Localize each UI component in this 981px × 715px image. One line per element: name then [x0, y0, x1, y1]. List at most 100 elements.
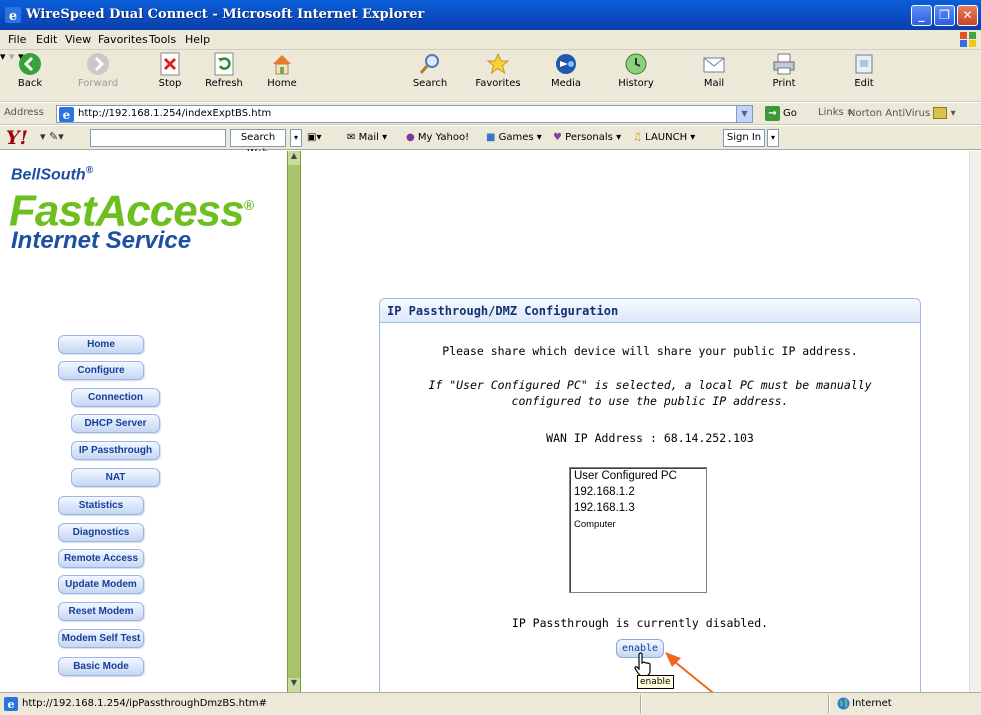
edit-icon [855, 54, 873, 74]
go-button[interactable]: → Go [765, 106, 797, 121]
media-button[interactable]: Media [538, 52, 594, 98]
svg-text:e: e [9, 9, 17, 23]
nav-ip-passthrough[interactable]: IP Passthrough [71, 441, 160, 460]
favorites-star-icon [486, 52, 510, 75]
passthrough-status: IP Passthrough is currently disabled. [511, 616, 769, 630]
nav-update-modem[interactable]: Update Modem [58, 575, 144, 594]
home-button[interactable]: Home [254, 52, 310, 98]
enable-tooltip: enable [637, 675, 674, 689]
edit-label: Edit [854, 78, 874, 89]
share-prompt: Please share which device will share you… [442, 344, 858, 358]
nav-nat[interactable]: NAT [71, 468, 160, 487]
print-button[interactable]: Print [756, 52, 812, 98]
personals-label: Personals [565, 132, 613, 143]
stop-icon [160, 52, 180, 76]
mail-icon [703, 57, 725, 73]
nav-home[interactable]: Home [58, 335, 144, 354]
page-icon: e [59, 107, 74, 122]
brand-line1: BellSouth [11, 166, 86, 184]
menu-favorites[interactable]: Favorites [98, 33, 148, 46]
nav-connection[interactable]: Connection [71, 388, 160, 407]
nav-reset-modem[interactable]: Reset Modem [58, 602, 144, 621]
edit-button[interactable]: Edit [836, 52, 892, 98]
device-select-list[interactable]: User Configured PC 192.168.1.2 192.168.1… [569, 467, 707, 593]
yahoo-mail-button[interactable]: ✉ Mail ▾ [347, 132, 387, 143]
address-dropdown-icon[interactable]: ▼ [736, 106, 752, 122]
svg-text:e: e [63, 108, 71, 122]
address-input[interactable]: e http://192.168.1.254/indexExptBS.htm ▼ [56, 105, 753, 123]
frame-scrollbar[interactable]: ▲ ▼ [287, 151, 301, 692]
device-option[interactable]: 192.168.1.3 [574, 502, 635, 514]
norton-antivirus-button[interactable]: Norton AntiVirus ▾ [848, 107, 956, 119]
my-yahoo-button[interactable]: ● My Yahoo! [406, 132, 469, 143]
maximize-button[interactable]: ❐ [934, 5, 955, 26]
nav-configure[interactable]: Configure [58, 361, 144, 380]
search-icon [419, 54, 439, 74]
mail-button[interactable]: Mail [686, 52, 742, 98]
refresh-label: Refresh [205, 78, 243, 89]
minimize-button[interactable]: _ [911, 5, 932, 26]
window-title: WireSpeed Dual Connect - Microsoft Inter… [26, 7, 425, 22]
forward-button[interactable]: Forward [70, 52, 126, 98]
yahoo-search-input[interactable] [90, 129, 226, 147]
stop-button[interactable]: Stop [142, 52, 198, 98]
device-option[interactable]: Computer [574, 519, 616, 530]
menu-file[interactable]: File [8, 33, 26, 46]
browser-window: e WireSpeed Dual Connect - Microsoft Int… [0, 0, 981, 715]
go-arrow-icon: → [765, 106, 780, 121]
sign-in-button[interactable]: Sign In [723, 129, 765, 147]
status-page-icon: e [4, 697, 18, 711]
panel-title: IP Passthrough/DMZ Configuration [387, 304, 619, 318]
device-option[interactable]: 192.168.1.2 [574, 486, 635, 498]
wan-ip-address: WAN IP Address : 68.14.252.103 [546, 431, 754, 445]
close-button[interactable]: ✕ [957, 5, 978, 26]
scroll-up-icon[interactable]: ▲ [288, 151, 300, 165]
search-button[interactable]: Search [402, 52, 458, 98]
history-button[interactable]: History [608, 52, 664, 98]
yahoo-logo-button[interactable]: Y! [6, 127, 28, 149]
my-yahoo-icon: ● [406, 132, 415, 143]
launch-icon: ♫ [633, 132, 642, 143]
sign-in-dropdown-icon[interactable]: ▾ [767, 129, 779, 147]
norton-label: Norton AntiVirus [848, 108, 931, 119]
games-label: Games [498, 132, 534, 143]
personals-button[interactable]: ♥ Personals ▾ [553, 132, 621, 143]
nav-basic-mode[interactable]: Basic Mode [58, 657, 144, 676]
scroll-down-icon[interactable]: ▼ [288, 678, 300, 692]
print-label: Print [772, 78, 796, 89]
internet-globe-icon [837, 697, 850, 710]
yahoo-pencil-icon[interactable]: ▾ ✎▾ [40, 130, 64, 143]
brand-reg-mark-2: ® [243, 197, 254, 213]
games-button[interactable]: ■ Games ▾ [486, 132, 542, 143]
back-arrow-icon [19, 53, 41, 75]
back-label: Back [17, 78, 43, 89]
nav-statistics[interactable]: Statistics [58, 496, 144, 515]
menu-edit[interactable]: Edit [36, 33, 57, 46]
yahoo-toolbar-options-icon[interactable]: ▣▾ [307, 132, 321, 143]
search-web-dropdown-icon[interactable]: ▾ [290, 129, 302, 147]
refresh-icon [214, 52, 234, 76]
menu-view[interactable]: View [65, 33, 91, 46]
ie-icon: e [5, 7, 21, 23]
nav-remote-access[interactable]: Remote Access [58, 549, 144, 568]
status-text: http://192.168.1.254/ipPassthroughDmzBS.… [22, 698, 267, 709]
main-scrollbar[interactable] [969, 151, 981, 692]
favorites-button[interactable]: Favorites [470, 52, 526, 98]
search-web-button[interactable]: Search Web [230, 129, 286, 159]
launch-button[interactable]: ♫ LAUNCH ▾ [633, 132, 695, 143]
nav-diagnostics[interactable]: Diagnostics [58, 523, 144, 542]
nav-modem-self-test[interactable]: Modem Self Test [58, 629, 144, 648]
nav-dhcp-server[interactable]: DHCP Server [71, 414, 160, 433]
standard-toolbar: Back ▾ Forward ▾ Stop Refresh Home Searc… [0, 50, 981, 102]
yahoo-mail-label: Mail [358, 132, 379, 143]
history-label: History [618, 78, 654, 89]
back-button[interactable]: Back [2, 52, 58, 98]
brand-internet-service: Internet Service [11, 227, 192, 254]
address-bar: Address e http://192.168.1.254/indexExpt… [0, 103, 981, 125]
refresh-button[interactable]: Refresh [196, 52, 252, 98]
menu-tools[interactable]: Tools [149, 33, 176, 46]
device-option[interactable]: User Configured PC [574, 470, 677, 482]
menu-help[interactable]: Help [185, 33, 210, 46]
games-icon: ■ [486, 132, 496, 143]
links-label: Links [818, 107, 844, 118]
